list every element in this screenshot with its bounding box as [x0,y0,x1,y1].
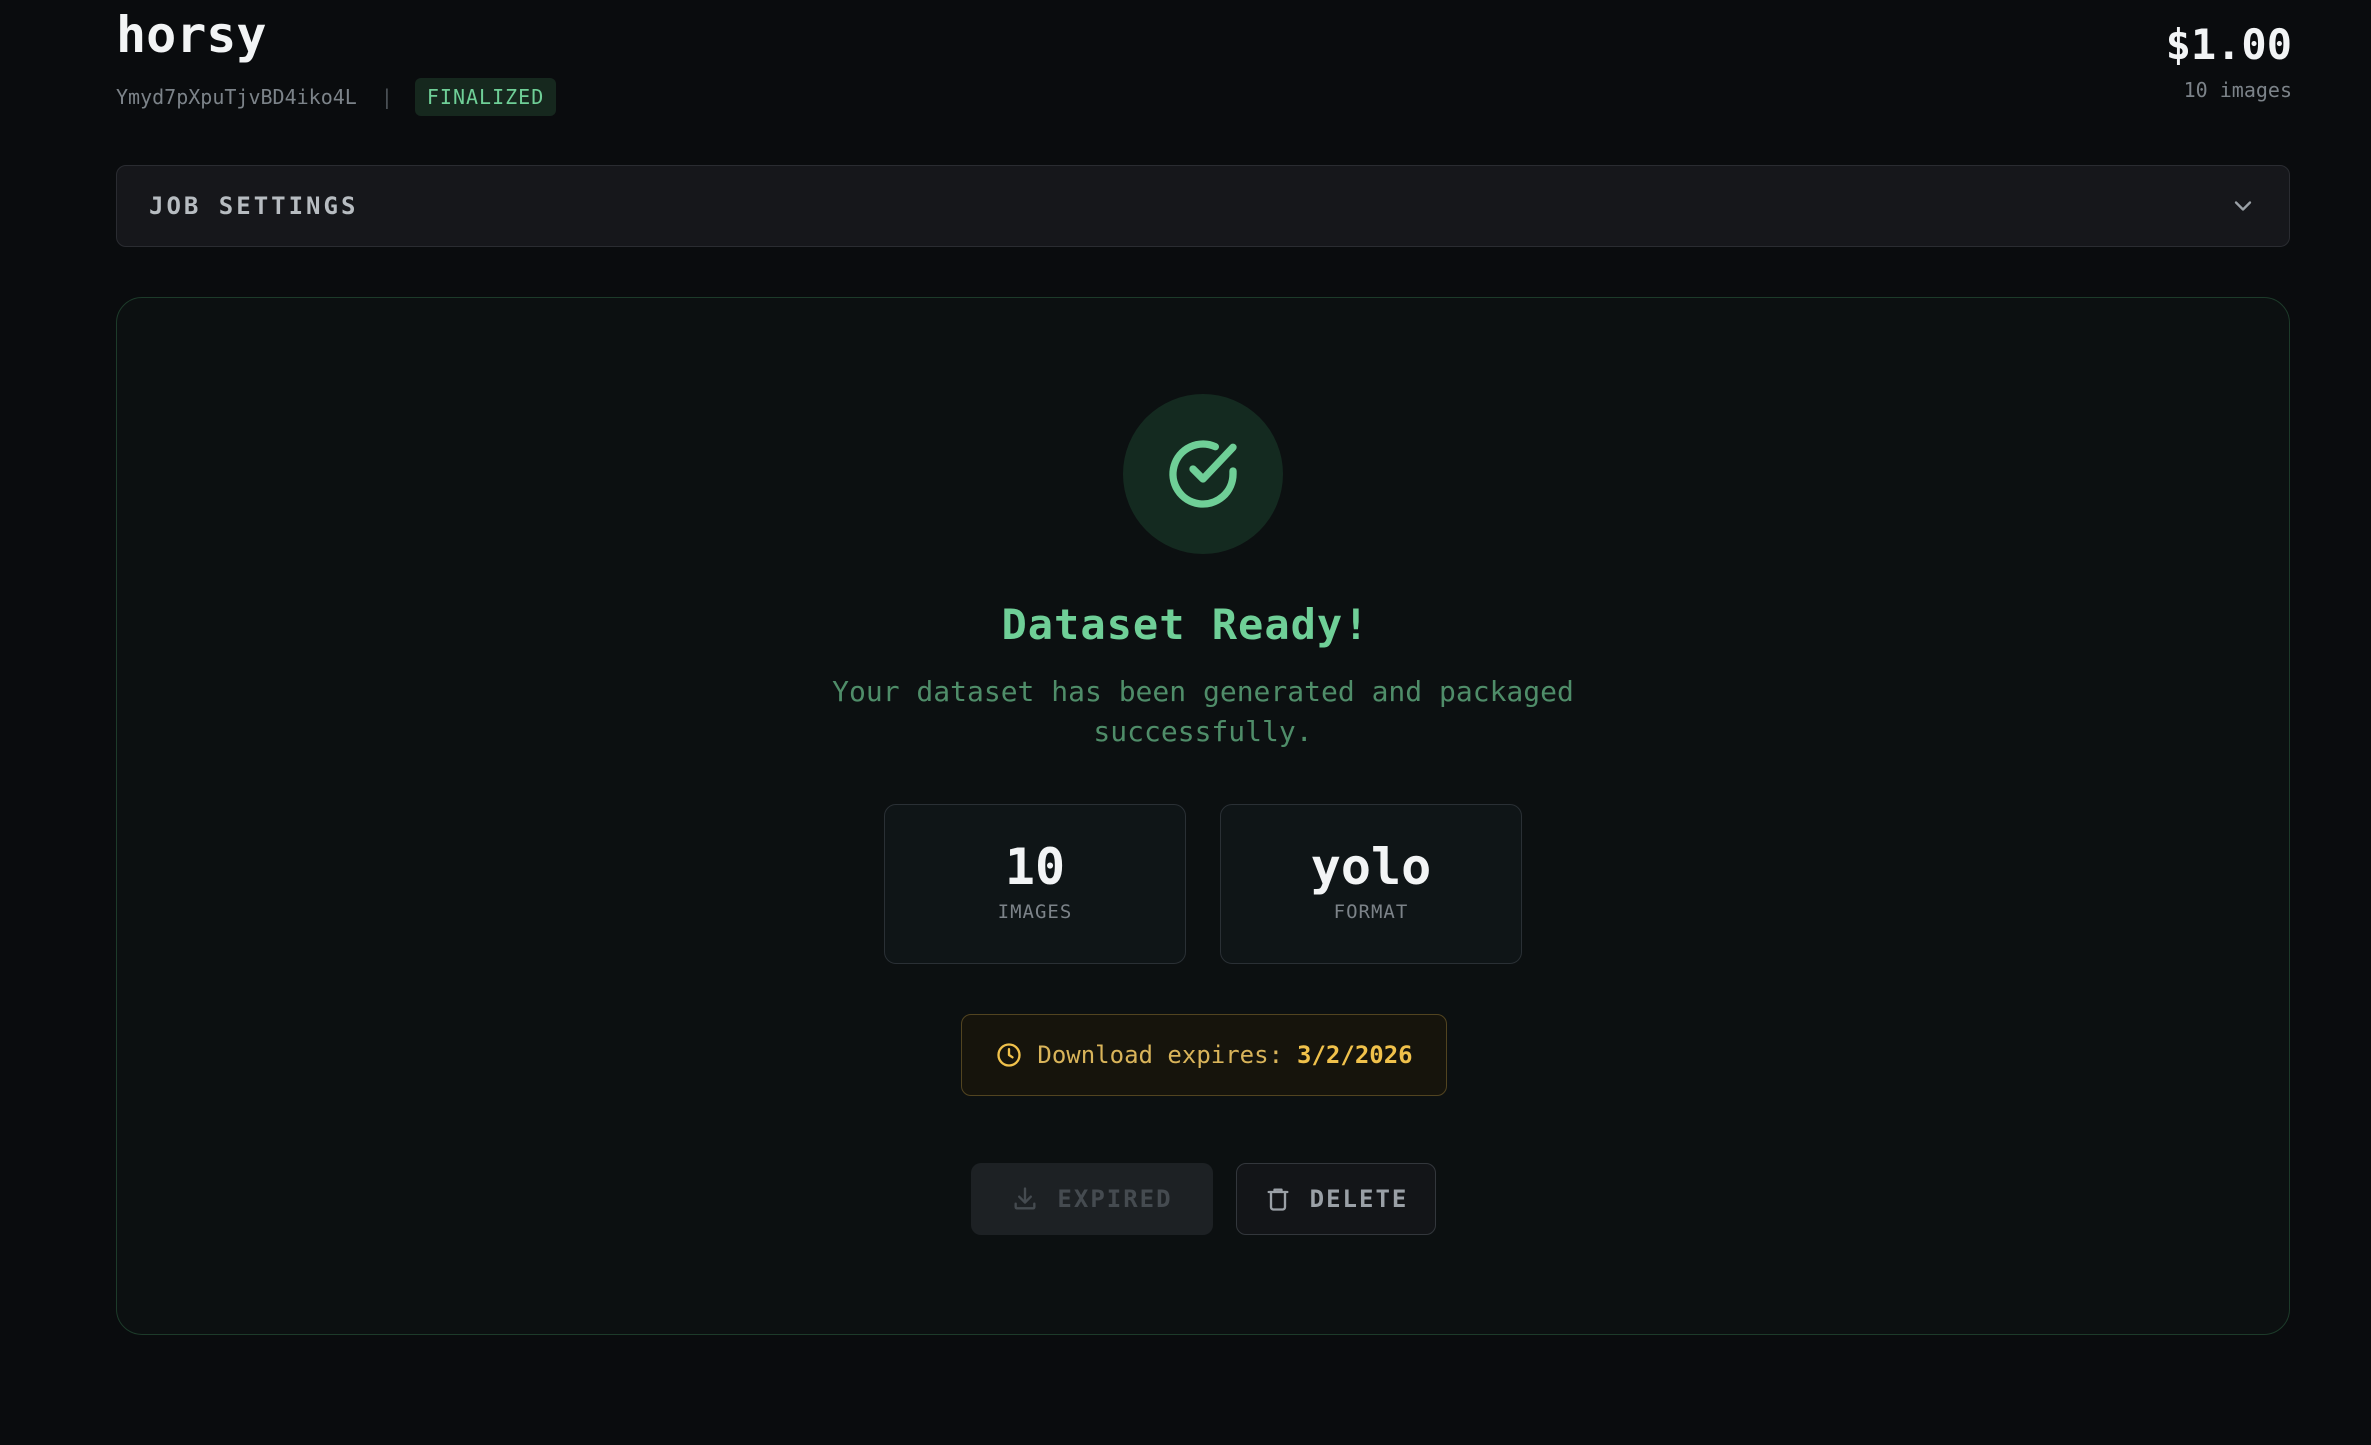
chevron-down-icon [2234,201,2252,211]
download-expiry-notice: Download expires: 3/2/2026 [961,1014,1447,1096]
stat-images-label: IMAGES [997,901,1073,923]
status-badge: FINALIZED [414,78,557,116]
job-settings-toggle[interactable]: JOB SETTINGS [116,165,2290,247]
dataset-ready-description: Your dataset has been generated and pack… [832,675,1574,748]
download-icon [1011,1185,1039,1213]
download-button-label: EXPIRED [1057,1185,1173,1213]
stat-format-label: FORMAT [1333,901,1409,923]
stat-format-value: yolo [1310,838,1432,896]
job-settings-label: JOB SETTINGS [149,192,359,220]
meta-separator: | [380,85,393,109]
check-circle-icon [1169,440,1237,508]
download-button[interactable]: EXPIRED [971,1163,1213,1235]
dataset-ready-title: Dataset Ready! [1001,600,1370,649]
job-meta-row: Ymyd7pXpuTjvBD4iko4L | FINALIZED [116,78,557,116]
delete-button-label: DELETE [1309,1185,1409,1213]
expiry-label: Download expires: [1037,1041,1284,1069]
header: horsy Ymyd7pXpuTjvBD4iko4L | FINALIZED $… [116,0,2292,130]
delete-button[interactable]: DELETE [1236,1163,1436,1235]
page: horsy Ymyd7pXpuTjvBD4iko4L | FINALIZED $… [0,0,2371,1445]
stat-images: 10 IMAGES [884,804,1186,964]
job-price: $1.00 [2165,20,2292,69]
success-badge [1123,394,1283,554]
trash-icon [1264,1185,1292,1213]
page-title: horsy [116,6,267,64]
clock-icon [997,1043,1022,1067]
job-image-count: 10 images [2183,78,2292,102]
job-id: Ymyd7pXpuTjvBD4iko4L [116,85,357,109]
stat-format: yolo FORMAT [1220,804,1522,964]
expiry-date: 3/2/2026 [1297,1041,1413,1069]
stat-images-value: 10 [1004,838,1066,896]
